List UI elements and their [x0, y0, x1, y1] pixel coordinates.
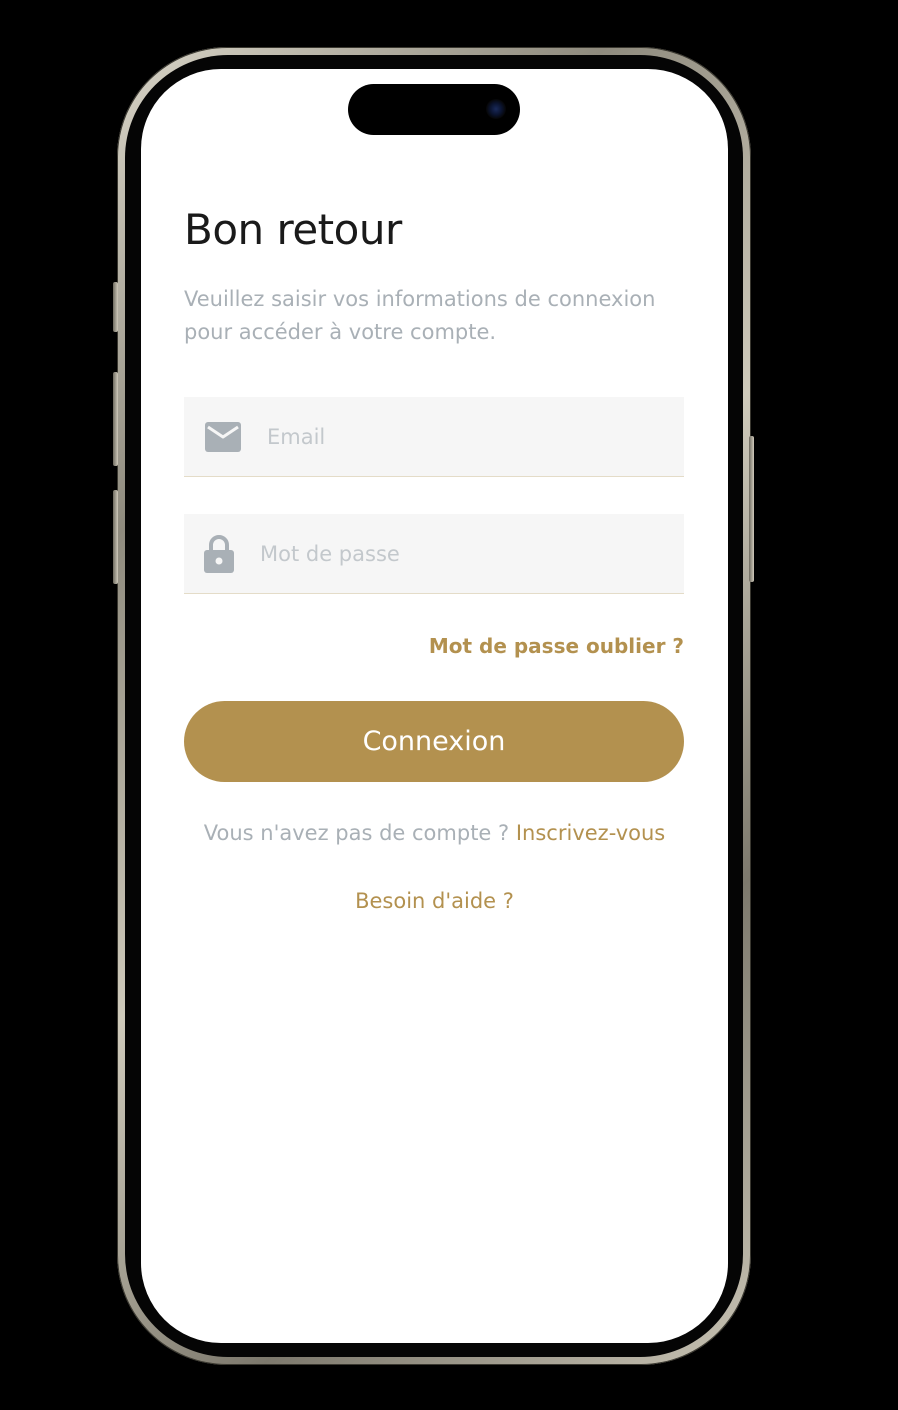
page-subtitle: Veuillez saisir vos informations de conn… [184, 287, 656, 344]
dynamic-island [348, 84, 520, 135]
signup-link[interactable]: Inscrivez-vous [516, 821, 665, 845]
password-field[interactable]: Mot de passe [184, 514, 684, 594]
volume-down-button [113, 490, 118, 584]
help-link[interactable]: Besoin d'aide ? [141, 889, 728, 913]
password-placeholder: Mot de passe [260, 541, 400, 566]
camera-icon [486, 99, 506, 119]
email-field[interactable]: Email [184, 397, 684, 477]
action-button [113, 282, 118, 332]
signup-row: Vous n'avez pas de compte ? Inscrivez-vo… [141, 821, 728, 845]
signup-prompt: Vous n'avez pas de compte ? [203, 821, 510, 845]
screen: Bon retour Veuillez saisir vos informati… [141, 69, 728, 1343]
mail-icon [205, 421, 241, 452]
page-title: Bon retour [184, 205, 402, 254]
power-button [749, 436, 754, 582]
login-button[interactable]: Connexion [184, 701, 684, 782]
stage: Bon retour Veuillez saisir vos informati… [0, 0, 898, 1410]
email-placeholder: Email [267, 424, 326, 449]
forgot-password-link[interactable]: Mot de passe oublier ? [429, 634, 684, 658]
volume-up-button [113, 372, 118, 466]
lock-icon [204, 534, 234, 573]
